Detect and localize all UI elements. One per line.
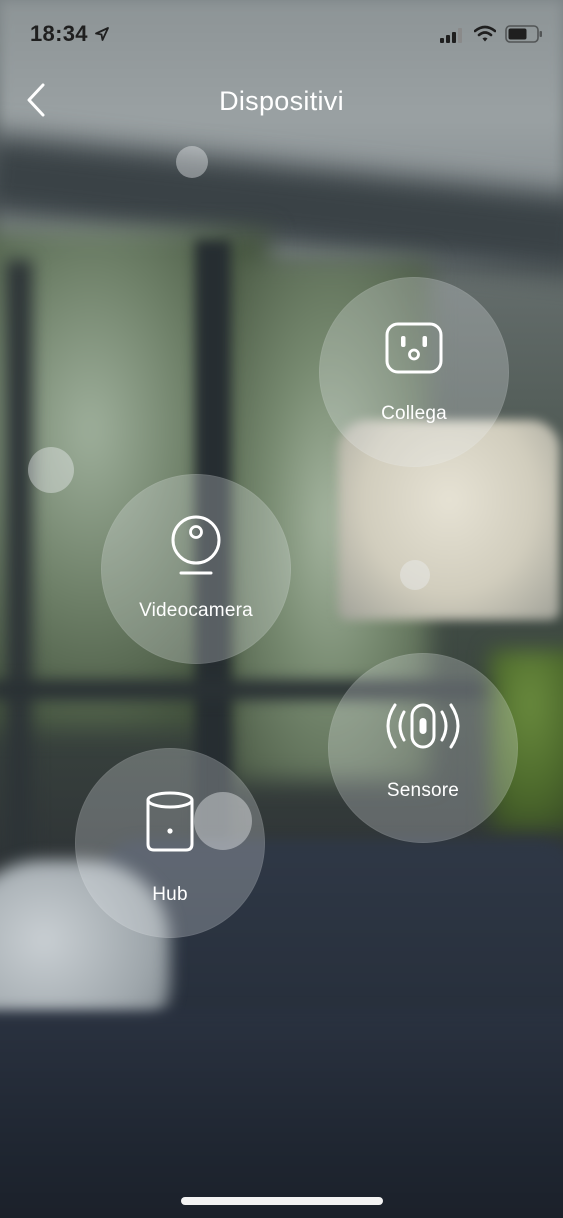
location-arrow-icon xyxy=(95,27,109,41)
page-title: Dispositivi xyxy=(219,86,344,116)
hub-icon xyxy=(146,791,194,852)
cellular-signal-icon xyxy=(440,28,462,43)
decorative-dot xyxy=(400,560,430,590)
status-bar: 18:34 xyxy=(0,0,563,70)
background-beam xyxy=(0,133,563,277)
device-label: Videocamera xyxy=(139,600,253,621)
device-collega[interactable]: Collega xyxy=(319,277,509,467)
battery-icon xyxy=(505,25,542,43)
wifi-icon xyxy=(474,25,496,42)
device-sensore[interactable]: Sensore xyxy=(328,653,518,843)
motion-sensor-icon xyxy=(386,703,460,749)
background-sofa-seat xyxy=(0,1010,563,1218)
device-label: Hub xyxy=(152,884,188,905)
devices-screen: 18:34 Dispositivi Collega Videocamera Se… xyxy=(0,0,563,1218)
device-label: Sensore xyxy=(386,780,460,801)
decorative-dot xyxy=(28,447,74,493)
decorative-dot xyxy=(194,792,252,850)
smart-plug-icon xyxy=(385,322,443,374)
background-window-frame xyxy=(6,260,32,900)
device-videocamera[interactable]: Videocamera xyxy=(101,474,291,664)
home-indicator[interactable] xyxy=(181,1197,383,1205)
device-label: Collega xyxy=(381,403,447,424)
decorative-dot xyxy=(176,146,208,178)
camera-icon xyxy=(171,515,221,575)
status-time: 18:34 xyxy=(30,21,88,46)
